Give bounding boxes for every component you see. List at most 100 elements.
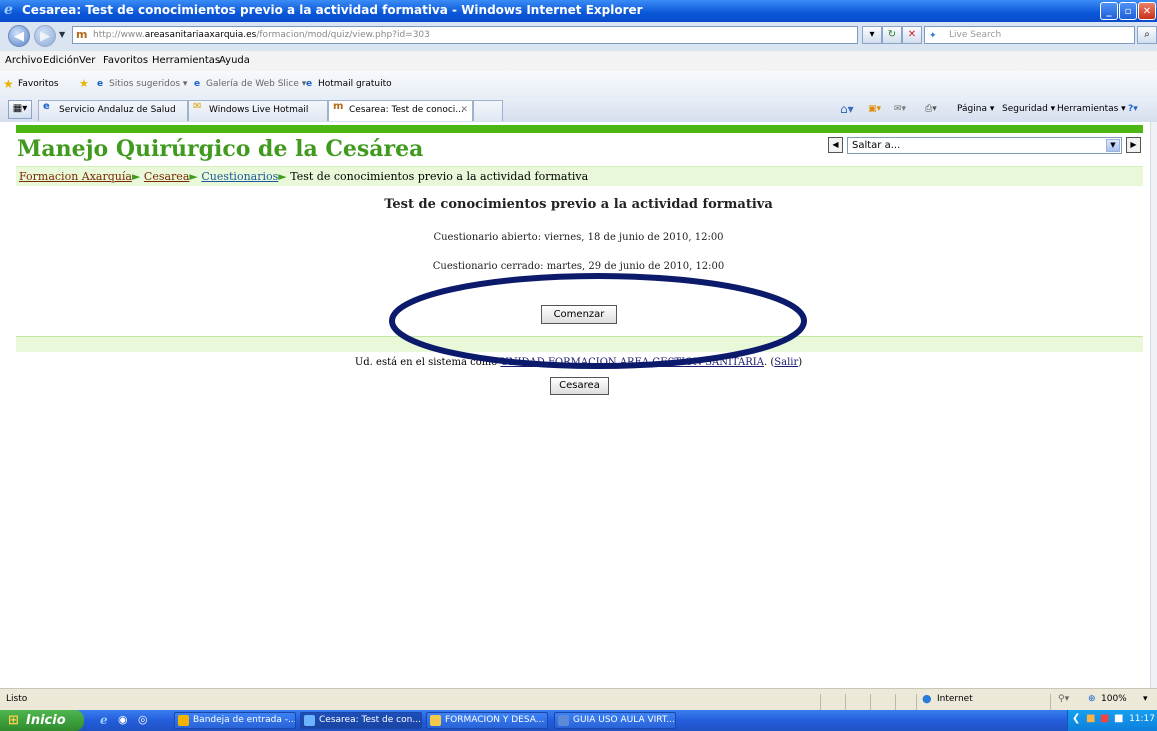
taskbar-item-label: FORMACION Y DESA... bbox=[445, 715, 545, 725]
ie-app-icon bbox=[304, 715, 315, 726]
tab-label: Windows Live Hotmail bbox=[209, 105, 309, 115]
next-activity-button[interactable]: ▶ bbox=[1126, 137, 1141, 153]
fav-hotmail[interactable]: Hotmail gratuito bbox=[318, 79, 392, 89]
quicklaunch-icon[interactable]: ◎ bbox=[138, 713, 148, 726]
tray-app-icon[interactable]: ■ bbox=[1114, 713, 1123, 724]
favorites-star-icon: ★ bbox=[3, 77, 14, 91]
stop-icon[interactable]: ✕ bbox=[902, 26, 922, 44]
window-title: Cesarea: Test de conocimientos previo a … bbox=[22, 3, 643, 17]
zoom-dropdown-icon[interactable]: ▾ bbox=[1143, 694, 1148, 704]
mail-app-icon bbox=[178, 715, 189, 726]
tab-label: Servicio Andaluz de Salud bbox=[59, 105, 176, 115]
menu-ver[interactable]: Ver bbox=[79, 55, 95, 66]
taskbar-item-word[interactable]: GUIA USO AULA VIRT... bbox=[554, 712, 676, 729]
tab-servicio-andaluz[interactable]: e Servicio Andaluz de Salud bbox=[38, 100, 188, 121]
globe-icon: ● bbox=[922, 692, 932, 705]
menu-edicion[interactable]: Edición bbox=[43, 55, 79, 66]
chevron-down-icon: ▼ bbox=[1106, 139, 1120, 152]
history-dropdown-icon[interactable]: ▼ bbox=[59, 30, 65, 39]
site-favicon-icon: m bbox=[76, 28, 88, 41]
menu-ayuda[interactable]: Ayuda bbox=[219, 55, 250, 66]
add-favorite-icon[interactable]: ★ bbox=[79, 77, 89, 90]
breadcrumb-link-cesarea[interactable]: Cesarea bbox=[144, 170, 189, 183]
hotmail-icon: ✉ bbox=[193, 101, 202, 112]
favorites-button[interactable]: Favoritos bbox=[18, 79, 59, 89]
fav-web-slice-gallery[interactable]: Galería de Web Slice ▾ bbox=[206, 79, 306, 89]
tray-app-icon[interactable]: ■ bbox=[1100, 713, 1109, 724]
menu-favoritos[interactable]: Favoritos bbox=[103, 55, 148, 66]
menu-archivo[interactable]: Archivo bbox=[5, 55, 42, 66]
feeds-icon[interactable]: ▣▾ bbox=[868, 104, 881, 114]
live-search-icon: ✦ bbox=[929, 31, 937, 41]
breadcrumb-separator: ► bbox=[131, 170, 141, 183]
menu-bar: Archivo Edición Ver Favoritos Herramient… bbox=[0, 51, 1157, 72]
address-dropdown-button[interactable]: ▾ bbox=[862, 26, 882, 44]
tab-hotmail[interactable]: ✉ Windows Live Hotmail bbox=[188, 100, 328, 121]
favorites-bar: ★ Favoritos ★ e Sitios sugeridos ▾ e Gal… bbox=[0, 71, 1157, 99]
breadcrumb-link-formacion[interactable]: Formacion Axarquía bbox=[19, 170, 132, 183]
tray-expand-icon[interactable]: ❮ bbox=[1072, 713, 1080, 724]
clock: 11:17 bbox=[1129, 714, 1155, 724]
taskbar-item-label: Cesarea: Test de con... bbox=[319, 715, 421, 725]
tab-cesarea[interactable]: m Cesarea: Test de conoci... ✕ bbox=[328, 100, 473, 121]
protected-mode-icon[interactable]: ⚲▾ bbox=[1058, 694, 1069, 704]
quiz-title: Test de conocimientos previo a la activi… bbox=[384, 197, 773, 212]
maximize-button[interactable]: ▫ bbox=[1119, 2, 1137, 20]
ie-logo-icon: e bbox=[4, 2, 13, 18]
status-bar: Listo ● Internet ⚲▾ ⊕ 100% ▾ bbox=[0, 688, 1157, 711]
taskbar-item-folder[interactable]: FORMACION Y DESA... bbox=[426, 712, 548, 729]
course-button[interactable]: Cesarea bbox=[550, 377, 609, 395]
forward-button[interactable]: ▶ bbox=[34, 25, 56, 47]
taskbar-item-label: Bandeja de entrada -... bbox=[193, 715, 296, 725]
back-button[interactable]: ◀ bbox=[8, 25, 30, 47]
new-tab-button[interactable] bbox=[473, 100, 503, 121]
system-tray: ❮ ■ ■ ■ 11:17 bbox=[1067, 710, 1157, 731]
quiz-open-date: Cuestionario abierto: viernes, 18 de jun… bbox=[433, 232, 724, 243]
url-host: areasanitariaaxarquia.es bbox=[144, 30, 257, 40]
close-tab-icon[interactable]: ✕ bbox=[460, 101, 468, 120]
zoom-icon: ⊕ bbox=[1088, 694, 1096, 704]
close-button[interactable]: ✕ bbox=[1138, 2, 1156, 20]
breadcrumb-separator: ► bbox=[278, 170, 287, 183]
jump-to-select[interactable]: Saltar a... ▼ bbox=[847, 137, 1122, 154]
quick-tabs-icon[interactable]: ▦▾ bbox=[8, 100, 32, 119]
taskbar-item-ie[interactable]: Cesarea: Test de con... bbox=[300, 712, 422, 729]
status-text: Listo bbox=[6, 694, 28, 704]
ie-quicklaunch-icon[interactable]: e bbox=[100, 713, 108, 727]
header-green-bar bbox=[16, 125, 1143, 133]
breadcrumb-current: Test de conocimientos previo a la activi… bbox=[290, 170, 589, 183]
taskbar-item-label: GUIA USO AULA VIRT... bbox=[573, 715, 675, 725]
help-icon[interactable]: ?▾ bbox=[1128, 104, 1138, 114]
fav-suggested-sites[interactable]: Sitios sugeridos ▾ bbox=[109, 79, 187, 89]
tray-app-icon[interactable]: ■ bbox=[1086, 713, 1095, 724]
taskbar-item-mail[interactable]: Bandeja de entrada -... bbox=[174, 712, 296, 729]
tab-bar: ▦▾ e Servicio Andaluz de Salud ✉ Windows… bbox=[0, 98, 1157, 123]
security-menu[interactable]: Seguridad ▾ bbox=[1002, 104, 1055, 114]
site-favicon-icon: m bbox=[333, 101, 344, 112]
taskbar: ⊞ Inicio e ◉ ◎ Bandeja de entrada -... C… bbox=[0, 710, 1157, 731]
home-icon[interactable]: ⌂▾ bbox=[840, 102, 854, 116]
minimize-button[interactable]: _ bbox=[1100, 2, 1118, 20]
menu-herramientas[interactable]: Herramientas bbox=[152, 55, 220, 66]
refresh-icon[interactable]: ↻ bbox=[882, 26, 902, 44]
url-path: /formacion/mod/quiz/view.php?id=303 bbox=[256, 30, 430, 40]
previous-activity-button[interactable]: ◀ bbox=[828, 137, 843, 153]
start-button[interactable]: ⊞ Inicio bbox=[0, 710, 84, 731]
url-prefix: http://www. bbox=[93, 30, 145, 40]
tab-label: Cesarea: Test de conoci... bbox=[349, 105, 464, 115]
tools-menu[interactable]: Herramientas ▾ bbox=[1057, 104, 1126, 114]
mail-icon[interactable]: ✉▾ bbox=[894, 104, 906, 114]
address-toolbar: ◀ ▶ ▼ m http://www.areasanitariaaxarquia… bbox=[0, 22, 1157, 52]
print-icon[interactable]: ⎙▾ bbox=[925, 104, 937, 114]
breadcrumb-separator: ► bbox=[189, 170, 198, 183]
search-button[interactable]: ⌕ bbox=[1137, 26, 1157, 44]
zoom-level[interactable]: 100% bbox=[1101, 694, 1127, 704]
ie-page-icon: e bbox=[97, 79, 104, 89]
page-menu[interactable]: Página ▾ bbox=[957, 104, 994, 114]
search-input[interactable]: ✦ Live Search bbox=[924, 26, 1135, 44]
address-input[interactable]: m http://www.areasanitariaaxarquia.es/fo… bbox=[72, 26, 858, 44]
quicklaunch-icon[interactable]: ◉ bbox=[118, 713, 128, 726]
breadcrumb-link-cuestionarios[interactable]: Cuestionarios bbox=[201, 170, 278, 183]
breadcrumb: Formacion Axarquía► Cesarea► Cuestionari… bbox=[16, 166, 1143, 186]
ie-page-icon: e bbox=[43, 101, 50, 112]
